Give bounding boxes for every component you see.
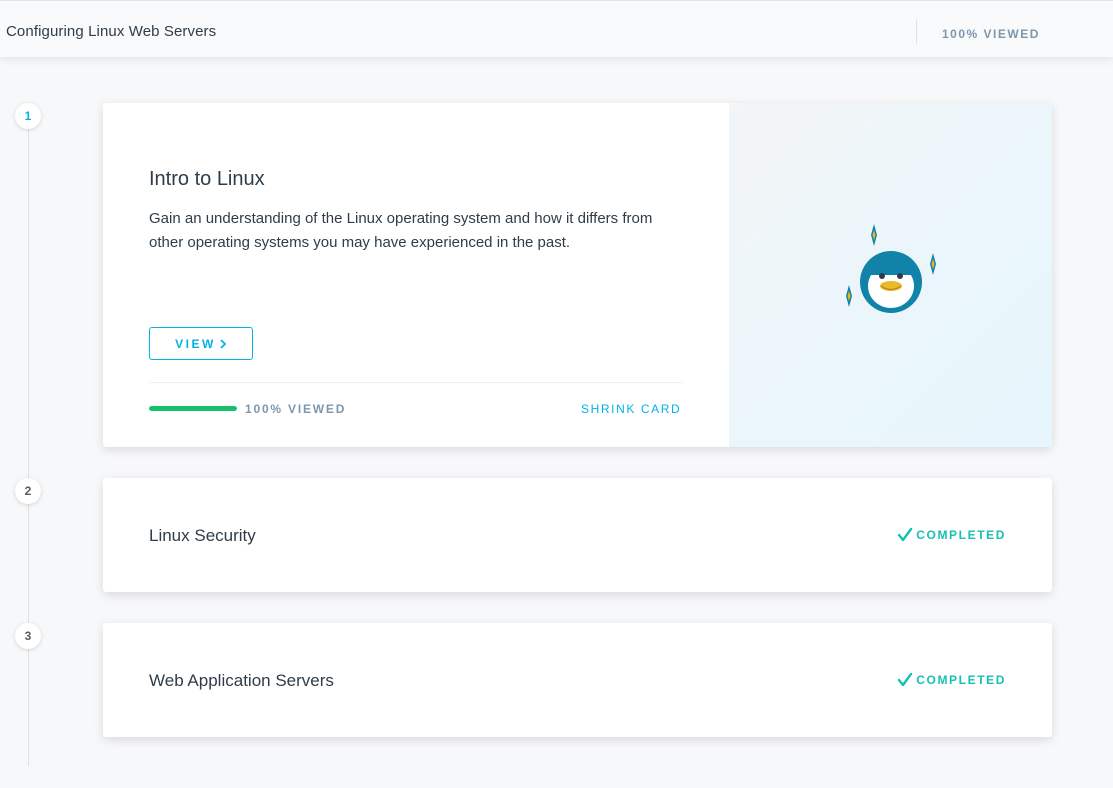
- view-button[interactable]: VIEW: [149, 327, 253, 360]
- course-progress-label: 100% VIEWED: [942, 27, 1040, 41]
- lesson-image: [729, 103, 1052, 447]
- shrink-card-link[interactable]: SHRINK CARD: [581, 402, 681, 416]
- lesson-progress-fill: [149, 406, 237, 411]
- lesson-progress-bar: [149, 406, 237, 411]
- checkmark-icon: [898, 528, 913, 542]
- header-divider: [916, 19, 917, 44]
- top-bar: Configuring Linux Web Servers 100% VIEWE…: [0, 0, 1113, 57]
- lesson-card-linux-security[interactable]: Linux Security COMPLETED: [103, 478, 1052, 592]
- lesson-viewed-label: 100% VIEWED: [245, 402, 347, 416]
- completed-label: COMPLETED: [916, 673, 1006, 687]
- lesson-title: Web Application Servers: [149, 671, 334, 690]
- course-title: Configuring Linux Web Servers: [6, 23, 217, 40]
- chevron-right-icon: [220, 338, 227, 349]
- card-divider: [149, 382, 683, 383]
- penguin-icon: [846, 224, 936, 313]
- lesson-card-web-application-servers[interactable]: Web Application Servers COMPLETED: [103, 623, 1052, 737]
- completed-status: COMPLETED: [897, 528, 1006, 542]
- step-number-1: 1: [15, 103, 41, 129]
- view-button-label: VIEW: [175, 336, 216, 351]
- completed-label: COMPLETED: [916, 528, 1006, 542]
- step-number-2: 2: [15, 478, 41, 504]
- lesson-description: Gain an understanding of the Linux opera…: [149, 210, 653, 251]
- lesson-card-intro-to-linux: Intro to Linux Gain an understanding of …: [103, 103, 1052, 447]
- completed-status: COMPLETED: [897, 673, 1006, 687]
- lesson-title: Intro to Linux: [149, 168, 265, 190]
- checkmark-icon: [898, 673, 913, 687]
- step-number-3: 3: [15, 623, 41, 649]
- timeline-line: [28, 116, 29, 766]
- lesson-title: Linux Security: [149, 526, 256, 545]
